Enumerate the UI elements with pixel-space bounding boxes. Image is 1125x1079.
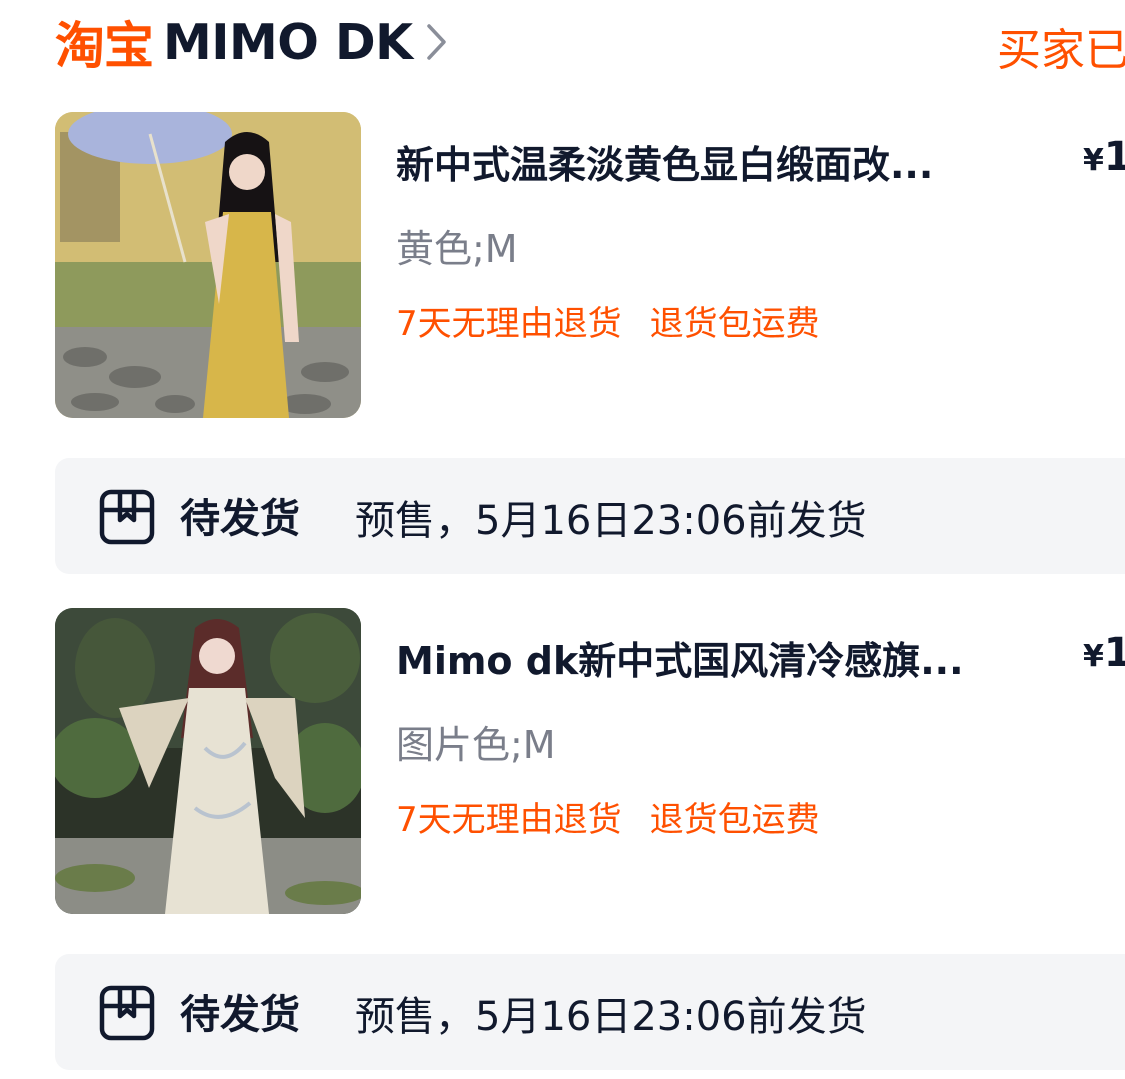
tag-return-shipping: 退货包运费 [649,800,820,840]
shipping-note: 预售，5月16日23:06前发货 [355,994,867,1040]
shipping-status: 待发货 [180,992,300,1038]
product-price: ¥1 [1083,134,1125,180]
price-value: 1 [1103,134,1125,180]
shop-link[interactable]: 淘宝 MIMO DK [55,8,449,76]
price-currency: ¥ [1083,639,1104,674]
shipping-status-bar[interactable]: 待发货 预售，5月16日23:06前发货 [55,458,1125,574]
taobao-logo: 淘宝 [55,17,154,75]
shop-name: MIMO DK [163,13,413,71]
product-image [55,112,361,418]
tag-return-shipping: 退货包运费 [649,304,820,344]
price-value: 1 [1103,630,1125,676]
product-price: ¥1 [1083,630,1125,676]
order-header: 淘宝 MIMO DK 买家已 [55,8,1125,77]
price-currency: ¥ [1083,143,1104,178]
product-sku: 黄色;M [396,227,518,271]
product-image [55,608,361,914]
package-box-icon [99,489,155,545]
order-status-text: 买家已 [997,25,1125,76]
service-tags: 7天无理由退货 退货包运费 [396,792,820,841]
shipping-status: 待发货 [180,496,300,542]
product-title[interactable]: 新中式温柔淡黄色显白缎面改... [396,134,933,189]
product-title[interactable]: Mimo dk新中式国风清冷感旗... [396,630,964,685]
shipping-status-bar[interactable]: 待发货 预售，5月16日23:06前发货 [55,954,1125,1070]
service-tags: 7天无理由退货 退货包运费 [396,296,820,345]
chevron-right-icon [426,24,446,60]
order-item[interactable]: 新中式温柔淡黄色显白缎面改... ¥1 黄色;M 7天无理由退货 退货包运费 [55,112,1125,418]
order-card: 淘宝 MIMO DK 买家已 新中式温柔淡黄色显白缎面改... ¥1 黄色;M … [0,0,1125,1079]
tag-7day-return: 7天无理由退货 [396,800,622,840]
shipping-note: 预售，5月16日23:06前发货 [355,498,867,544]
order-item[interactable]: Mimo dk新中式国风清冷感旗... ¥1 图片色;M 7天无理由退货 退货包… [55,608,1125,914]
package-box-icon [99,985,155,1041]
product-sku: 图片色;M [396,723,556,767]
tag-7day-return: 7天无理由退货 [396,304,622,344]
